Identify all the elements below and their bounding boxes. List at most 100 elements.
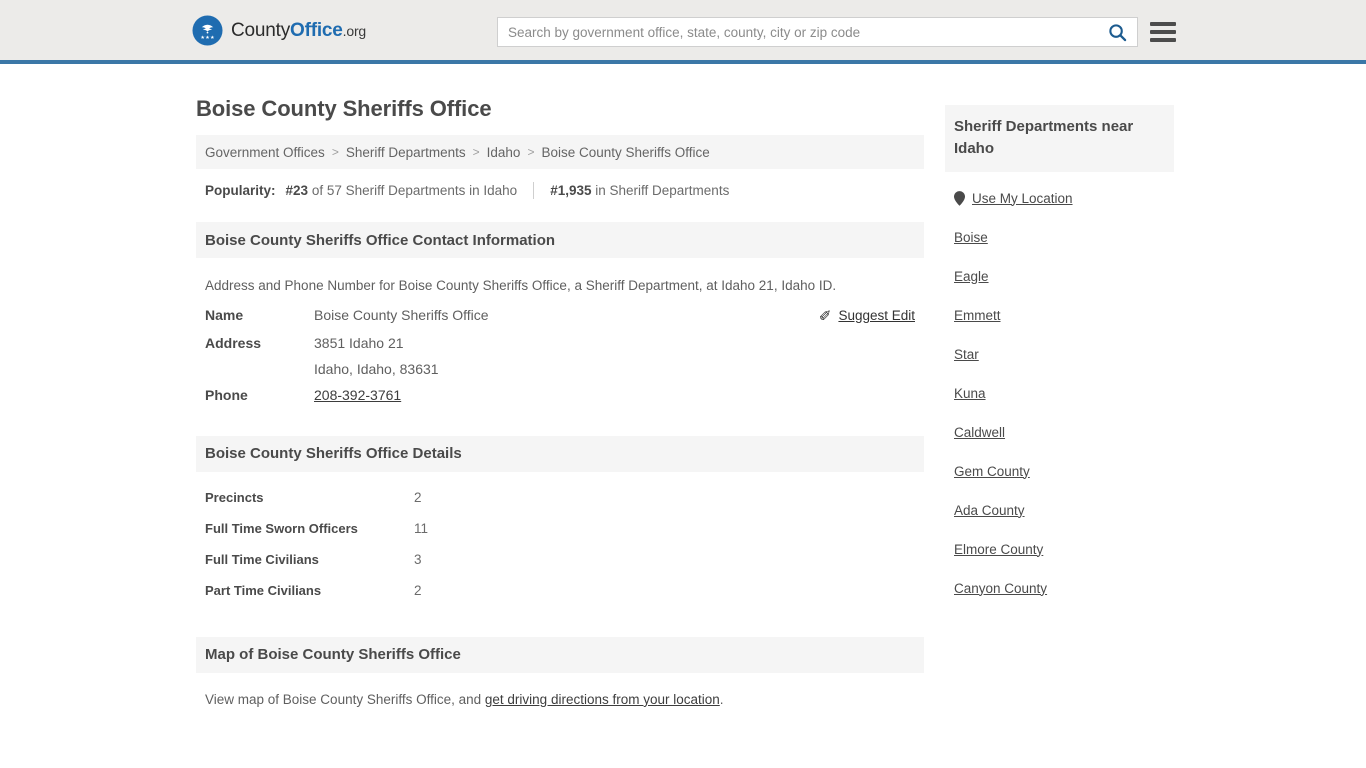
contact-table: Name Boise County Sheriffs Office ✐ Sugg…	[205, 307, 915, 413]
breadcrumb-item-idaho[interactable]: Idaho	[487, 145, 521, 160]
contact-row-phone: Phone 208-392-3761	[205, 387, 915, 413]
search-button[interactable]	[1097, 18, 1137, 46]
suggest-edit-link[interactable]: ✐ Suggest Edit	[818, 307, 915, 325]
map-text-after: .	[719, 691, 724, 707]
use-my-location-link[interactable]: Use My Location	[972, 191, 1073, 206]
contact-address-line2: Idaho, Idaho, 83631	[314, 360, 439, 377]
sidebar-link-eagle[interactable]: Eagle	[954, 269, 989, 284]
map-text-before: View map of Boise County Sheriffs Office…	[205, 691, 485, 707]
site-header: CountyOffice.org	[0, 0, 1366, 64]
popularity-divider	[533, 182, 535, 199]
contact-row-address-2: Idaho, Idaho, 83631	[205, 361, 915, 387]
sidebar-item-canyon-county[interactable]: Canyon County	[954, 569, 1165, 608]
sidebar-item-kuna[interactable]: Kuna	[954, 374, 1165, 413]
sidebar-link-elmore-county[interactable]: Elmore County	[954, 542, 1043, 557]
pencil-edit-icon: ✐	[818, 307, 832, 325]
brand-wordmark: CountyOffice.org	[231, 21, 366, 40]
breadcrumb-item-sheriff-departments[interactable]: Sheriff Departments	[346, 145, 466, 160]
search-bar[interactable]	[497, 17, 1138, 47]
details-section-heading: Boise County Sheriffs Office Details	[196, 435, 924, 472]
search-icon	[1108, 23, 1126, 41]
details-value-precincts: 2	[414, 489, 422, 505]
contact-section-description: Address and Phone Number for Boise Count…	[205, 278, 837, 293]
contact-row-address: Address 3851 Idaho 21	[205, 335, 915, 361]
sidebar-item-boise[interactable]: Boise	[954, 218, 1165, 257]
sidebar-item-gem-county[interactable]: Gem County	[954, 452, 1165, 491]
breadcrumb-separator: >	[331, 145, 339, 159]
breadcrumb-separator: >	[527, 145, 535, 159]
sidebar-item-emmett[interactable]: Emmett	[954, 296, 1165, 335]
sidebar-link-star[interactable]: Star	[954, 347, 979, 362]
map-pin-icon	[954, 190, 965, 206]
popularity-label: Popularity:	[205, 183, 276, 198]
site-logo-link[interactable]: CountyOffice.org	[192, 14, 366, 46]
contact-section-body: Address and Phone Number for Boise Count…	[196, 258, 924, 413]
popularity-local-suffix: of 57 Sheriff Departments in Idaho	[311, 183, 518, 198]
sidebar-item-elmore-county[interactable]: Elmore County	[954, 530, 1165, 569]
sidebar-item-ada-county[interactable]: Ada County	[954, 491, 1165, 530]
contact-name-value: Boise County Sheriffs Office	[314, 306, 489, 323]
hamburger-menu-button[interactable]	[1150, 18, 1176, 46]
brand-org-text: .org	[342, 22, 367, 39]
breadcrumb-item-government-offices[interactable]: Government Offices	[205, 145, 325, 160]
breadcrumb-separator: >	[472, 145, 480, 159]
page-container: Boise County Sheriffs Office Government …	[0, 64, 1366, 707]
driving-directions-link[interactable]: get driving directions from your locatio…	[485, 692, 720, 707]
details-row: Part Time Civilians 2	[205, 583, 915, 614]
sidebar-item-star[interactable]: Star	[954, 335, 1165, 374]
map-section-description: View map of Boise County Sheriffs Office…	[205, 673, 915, 707]
details-label-precincts: Precincts	[205, 489, 264, 505]
sidebar-item-eagle[interactable]: Eagle	[954, 257, 1165, 296]
sidebar-item-caldwell[interactable]: Caldwell	[954, 413, 1165, 452]
contact-address-line1: 3851 Idaho 21	[314, 334, 404, 351]
map-section-body: View map of Boise County Sheriffs Office…	[196, 673, 924, 707]
sidebar-link-canyon-county[interactable]: Canyon County	[954, 581, 1047, 596]
contact-phone-label: Phone	[205, 386, 248, 403]
sidebar-link-boise[interactable]: Boise	[954, 230, 988, 245]
details-row: Full Time Sworn Officers 11	[205, 521, 915, 552]
details-value-part-time-civilians: 2	[414, 582, 422, 598]
main-content: Boise County Sheriffs Office Government …	[196, 64, 924, 707]
contact-address-label: Address	[205, 334, 262, 351]
contact-address-label-empty	[205, 361, 314, 387]
popularity-global-suffix: in Sheriff Departments	[595, 183, 730, 198]
details-row: Precincts 2	[205, 490, 915, 521]
sidebar: Sheriff Departments near Idaho Use My Lo…	[945, 64, 1174, 608]
sidebar-link-caldwell[interactable]: Caldwell	[954, 425, 1005, 440]
map-section-heading: Map of Boise County Sheriffs Office	[196, 636, 924, 673]
details-section-body: Precincts 2 Full Time Sworn Officers 11 …	[196, 490, 924, 614]
popularity-local-rank: #23	[285, 183, 309, 198]
hamburger-bar-2	[1150, 30, 1176, 34]
sidebar-item-use-my-location[interactable]: Use My Location	[954, 172, 1165, 218]
popularity-local: #23 of 57 Sheriff Departments in Idaho	[286, 183, 518, 198]
eagle-seal-icon	[192, 14, 223, 46]
details-value-full-time-civilians: 3	[414, 551, 422, 567]
brand-office-text: Office	[290, 19, 343, 41]
popularity-global: #1,935 in Sheriff Departments	[550, 183, 729, 198]
suggest-edit-cell: ✐ Suggest Edit	[702, 307, 915, 335]
hamburger-bar-3	[1150, 38, 1176, 42]
details-label-full-time-civilians: Full Time Civilians	[205, 551, 319, 567]
contact-name-label: Name	[205, 306, 244, 323]
sidebar-link-ada-county[interactable]: Ada County	[954, 503, 1025, 518]
hamburger-bar-1	[1150, 22, 1176, 26]
phone-link[interactable]: 208-392-3761	[314, 387, 401, 403]
sidebar-link-kuna[interactable]: Kuna	[954, 386, 986, 401]
contact-phone-cell: 208-392-3761	[314, 387, 702, 413]
breadcrumb: Government Offices > Sheriff Departments…	[196, 135, 924, 169]
page-title: Boise County Sheriffs Office	[196, 96, 492, 121]
sidebar-heading: Sheriff Departments near Idaho	[945, 105, 1174, 172]
search-input[interactable]	[498, 18, 1097, 46]
details-table: Precincts 2 Full Time Sworn Officers 11 …	[205, 490, 915, 614]
sidebar-link-list: Use My Location Boise Eagle Emmett Star …	[945, 172, 1174, 608]
popularity-row: Popularity: #23 of 57 Sheriff Department…	[196, 169, 924, 199]
sidebar-link-gem-county[interactable]: Gem County	[954, 464, 1030, 479]
brand-county-text: County	[231, 19, 291, 41]
contact-section-heading: Boise County Sheriffs Office Contact Inf…	[196, 222, 924, 258]
sidebar-link-emmett[interactable]: Emmett	[954, 308, 1001, 323]
details-row: Full Time Civilians 3	[205, 552, 915, 583]
popularity-global-rank: #1,935	[550, 183, 592, 198]
details-label-full-time-sworn-officers: Full Time Sworn Officers	[205, 520, 358, 536]
breadcrumb-item-current: Boise County Sheriffs Office	[541, 144, 710, 160]
details-value-full-time-sworn-officers: 11	[414, 520, 429, 536]
